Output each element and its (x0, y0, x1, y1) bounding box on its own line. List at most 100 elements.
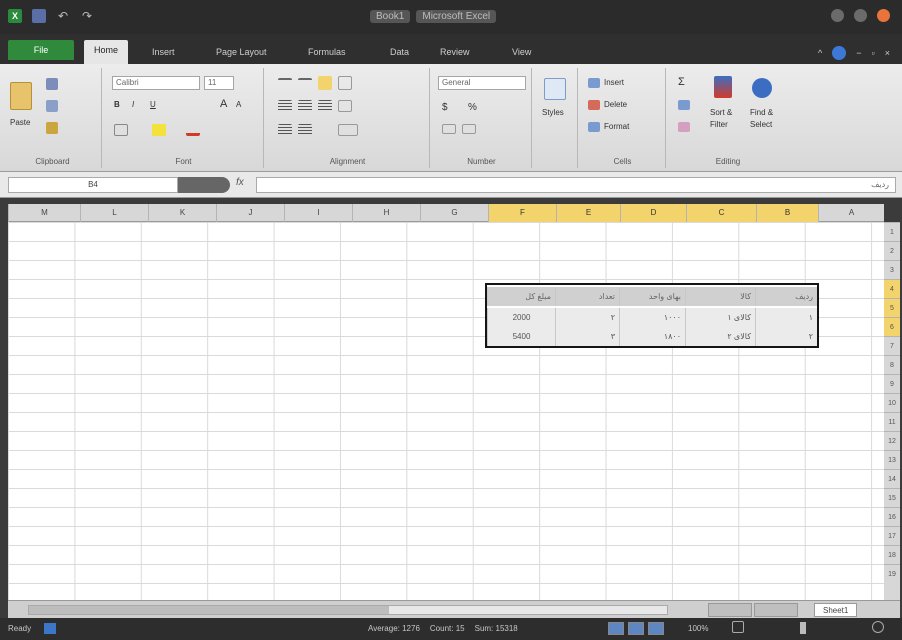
tab-review[interactable]: Review (436, 42, 474, 62)
row-header-5[interactable]: 5 (884, 298, 900, 317)
row-header-11[interactable]: 11 (884, 412, 900, 431)
copy-icon[interactable] (46, 100, 58, 112)
insert-function-button[interactable]: fx (236, 177, 244, 188)
tab-insert[interactable]: Insert (148, 42, 179, 62)
column-header-g[interactable]: G (420, 204, 488, 222)
format-cells-icon[interactable] (588, 122, 600, 132)
horizontal-scrollbar[interactable] (28, 605, 668, 615)
macro-record-icon[interactable] (44, 623, 56, 634)
window-restore-icon[interactable]: ▫ (872, 48, 875, 58)
fill-color-icon[interactable] (152, 124, 166, 136)
percent-button[interactable]: % (468, 102, 477, 113)
font-name-select[interactable]: Calibri (112, 76, 200, 90)
row-header-17[interactable]: 17 (884, 526, 900, 545)
grow-font-button[interactable]: A (220, 98, 227, 110)
cell-c6[interactable]: کالای ۲ (685, 327, 755, 346)
tab-formulas[interactable]: Formulas (304, 42, 350, 62)
normal-view-icon[interactable] (608, 622, 624, 635)
font-color-icon[interactable] (186, 122, 200, 136)
column-header-f[interactable]: F (488, 204, 556, 222)
column-header-k[interactable]: K (148, 204, 216, 222)
italic-button[interactable]: I (132, 100, 134, 109)
cell-b6[interactable]: ۲ (755, 327, 817, 346)
column-header-l[interactable]: L (80, 204, 148, 222)
formula-input[interactable]: ردیف (256, 177, 896, 193)
header-cell-e[interactable]: تعداد (555, 287, 619, 306)
close-icon[interactable] (877, 9, 890, 22)
row-header-6[interactable]: 6 (884, 317, 900, 336)
zoom-level[interactable]: 100% (688, 624, 708, 633)
bold-button[interactable]: B (114, 100, 120, 109)
collapse-ribbon-icon[interactable]: ^ (818, 48, 822, 58)
cell-f6[interactable]: 5400 (487, 327, 555, 346)
paste-icon[interactable] (10, 82, 32, 110)
header-cell-d[interactable]: بهای واحد (619, 287, 685, 306)
cut-icon[interactable] (46, 78, 58, 90)
row-header-8[interactable]: 8 (884, 355, 900, 374)
row-header-3[interactable]: 3 (884, 260, 900, 279)
currency-button[interactable]: $ (442, 102, 448, 113)
row-header-7[interactable]: 7 (884, 336, 900, 355)
fill-icon[interactable] (678, 100, 690, 110)
tab-view[interactable]: View (508, 42, 535, 62)
cell-c5[interactable]: کالای ۱ (685, 308, 755, 327)
shrink-font-button[interactable]: A (236, 100, 241, 109)
column-header-b[interactable]: B (756, 204, 818, 222)
column-header-d[interactable]: D (620, 204, 686, 222)
scrollbar-thumb[interactable] (29, 606, 389, 614)
delete-button[interactable]: Delete (604, 100, 627, 109)
align-bottom-icon[interactable] (318, 76, 332, 90)
row-header-14[interactable]: 14 (884, 469, 900, 488)
delete-cells-icon[interactable] (588, 100, 600, 110)
sheet-tab-active[interactable]: Sheet1 (814, 603, 858, 617)
window-minimize-icon[interactable]: − (856, 48, 861, 58)
sheet-tab-hidden-2[interactable] (754, 603, 798, 617)
cell-d5[interactable]: ۱۰۰۰ (619, 308, 685, 327)
window-close-icon[interactable]: × (885, 48, 890, 58)
zoom-in-icon[interactable] (872, 621, 884, 633)
align-middle-icon[interactable] (298, 78, 312, 88)
styles-icon[interactable] (544, 78, 566, 100)
insert-cells-icon[interactable] (588, 78, 600, 88)
tab-page-layout[interactable]: Page Layout (212, 42, 271, 62)
row-header-1[interactable]: 1 (884, 222, 900, 241)
merge-center-icon[interactable] (338, 124, 358, 136)
header-cell-c[interactable]: کالا (685, 287, 755, 306)
row-header-16[interactable]: 16 (884, 507, 900, 526)
sort-label[interactable]: Sort & (710, 108, 732, 117)
column-header-i[interactable]: I (284, 204, 352, 222)
row-header-4[interactable]: 4 (884, 279, 900, 298)
autosum-button[interactable]: Σ (678, 76, 685, 88)
decrease-decimal-icon[interactable] (462, 124, 476, 134)
help-icon[interactable] (832, 46, 847, 60)
header-cell-f[interactable]: مبلغ کل (487, 287, 555, 306)
redo-icon[interactable]: ↷ (80, 9, 94, 23)
cell-e5[interactable]: ۲ (555, 308, 619, 327)
cell-e6[interactable]: ۳ (555, 327, 619, 346)
align-right-icon[interactable] (318, 100, 332, 112)
increase-decimal-icon[interactable] (442, 124, 456, 134)
increase-indent-icon[interactable] (298, 124, 312, 136)
column-header-h[interactable]: H (352, 204, 420, 222)
orientation-icon[interactable] (338, 76, 352, 90)
name-box[interactable]: B4 (8, 177, 178, 193)
header-cell-b[interactable]: ردیف (755, 287, 817, 306)
row-header-19[interactable]: 19 (884, 564, 900, 583)
cell-d6[interactable]: ۱۸۰۰ (619, 327, 685, 346)
save-icon[interactable] (32, 9, 46, 23)
filter-label[interactable]: Filter (710, 120, 728, 129)
column-header-m[interactable]: M (8, 204, 80, 222)
tab-file[interactable]: File (8, 40, 74, 60)
cell-b5[interactable]: ۱ (755, 308, 817, 327)
page-break-view-icon[interactable] (648, 622, 664, 635)
row-header-2[interactable]: 2 (884, 241, 900, 260)
align-top-icon[interactable] (278, 78, 292, 88)
row-header-12[interactable]: 12 (884, 431, 900, 450)
row-header-9[interactable]: 9 (884, 374, 900, 393)
worksheet-grid[interactable] (8, 222, 884, 600)
column-header-a[interactable]: A (818, 204, 884, 222)
find-label[interactable]: Find & (750, 108, 773, 117)
undo-icon[interactable]: ↶ (56, 9, 70, 23)
sheet-tab-hidden-1[interactable] (708, 603, 752, 617)
tab-home[interactable]: Home (84, 40, 128, 64)
